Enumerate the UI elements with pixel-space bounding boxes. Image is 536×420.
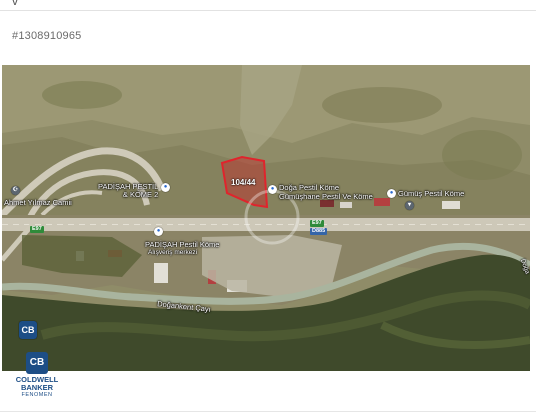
cb-logo-icon: CB — [26, 352, 48, 374]
place-label-gumus: Gümüş Pestil Köme — [398, 189, 465, 198]
top-text-fragment: v — [12, 0, 18, 8]
mosque-icon[interactable]: ☪ — [11, 186, 20, 195]
road-sign-e97: E97 — [310, 220, 324, 227]
coldwell-banker-logo: CB COLDWELL BANKER FENOMEN — [12, 352, 62, 399]
pin-icon[interactable]: ▾ — [405, 201, 414, 210]
road-sign-e97-west: E97 — [30, 226, 44, 233]
brand-tagline: FENOMEN — [21, 392, 53, 398]
top-divider — [0, 10, 536, 11]
bottom-divider — [0, 411, 536, 412]
shop-icon[interactable]: ● — [268, 185, 277, 194]
coldwell-banker-map-logo: CB — [19, 321, 37, 339]
satellite-map[interactable]: 104/44 E97 E97 D885 ☪ Ahmet Yılmaz Camii… — [2, 65, 530, 371]
listing-id: #1308910965 — [12, 30, 82, 42]
road-sign-d885: D885 — [310, 228, 328, 235]
shop-icon[interactable]: ● — [154, 227, 163, 236]
parcel-number-label: 104/44 — [231, 178, 256, 187]
place-label-mall: Alışveriş merkezi — [148, 249, 198, 256]
place-label-mosque: Ahmet Yılmaz Camii — [4, 198, 72, 207]
shop-icon[interactable]: ● — [161, 183, 170, 192]
place-label-doga: Doğa Pestil Köme — [279, 183, 340, 192]
brand-name-line2: BANKER — [20, 383, 54, 392]
shop-icon[interactable]: ● — [387, 189, 396, 198]
place-label-padisah: PADİŞAH Pestil Köme — [145, 240, 220, 249]
map-imagery — [2, 65, 530, 371]
place-label-gumushane: Gümüşhane Pestil Ve Köme — [279, 192, 373, 201]
place-label-padisah-2: PADİŞAH PESTİL & KÖME 2 — [98, 182, 159, 199]
